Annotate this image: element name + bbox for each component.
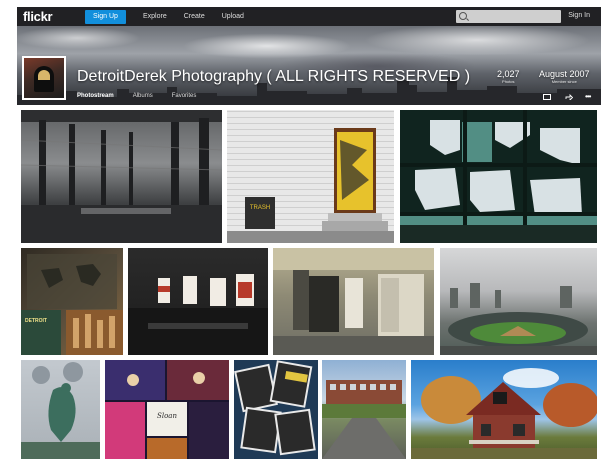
dark-interior-scene (128, 274, 268, 355)
sign-in-link[interactable]: Sign In (568, 12, 590, 19)
photos-count-stat: 2,027 Photos (497, 69, 520, 84)
factory-scene (21, 110, 222, 243)
stadium-scene (440, 283, 597, 355)
nav-upload-link[interactable]: Upload (222, 13, 244, 20)
profile-avatar[interactable] (22, 56, 66, 100)
photo-detroit-map-collage[interactable]: DETROIT (21, 248, 123, 355)
collage-caption: Sloan (157, 412, 177, 420)
photo-road-toward-abandoned-building[interactable] (322, 360, 406, 459)
nav-create-link[interactable]: Create (184, 13, 205, 20)
photo-spirit-of-detroit-statue[interactable] (21, 360, 100, 459)
statue-scene (21, 362, 100, 459)
house-scene (411, 368, 597, 459)
map-collage-scene: DETROIT (21, 254, 123, 355)
profile-name: DetroitDerek Photography ( ALL RIGHTS RE… (77, 68, 471, 85)
tab-favorites[interactable]: Favorites (172, 93, 197, 99)
concert-collage-scene: Sloan (105, 360, 229, 459)
tab-albums[interactable]: Albums (133, 93, 153, 99)
photo-abandoned-house-autumn[interactable] (411, 360, 597, 459)
member-since-stat: August 2007 Member since (539, 69, 590, 84)
photo-stadium-aerial-view[interactable] (440, 248, 597, 355)
photo-abandoned-factory-interior[interactable] (21, 110, 222, 243)
photo-magazine-cover-collage[interactable] (234, 360, 318, 459)
slideshow-icon[interactable] (543, 94, 551, 100)
magazine-collage-scene (234, 360, 316, 456)
window-scene (400, 110, 597, 243)
hallway-scene (273, 248, 434, 355)
photo-decayed-hallway-doors[interactable] (273, 248, 434, 355)
profile-cover-banner: DetroitDerek Photography ( ALL RIGHTS RE… (17, 26, 601, 105)
member-since-label: Member since (551, 79, 577, 84)
sign-up-button[interactable]: Sign Up (85, 9, 126, 24)
photos-count: 2,027 (497, 69, 520, 79)
profile-tabs: Photostream Albums Favorites (77, 93, 215, 99)
tab-photostream[interactable]: Photostream (77, 93, 114, 99)
share-icon[interactable] (565, 94, 573, 100)
photo-broken-window-panes[interactable] (400, 110, 597, 243)
trash-can-label: TRASH (250, 205, 270, 211)
top-navigation-bar: flickr Sign Up Explore Create Upload Sig… (17, 7, 601, 26)
nav-explore-link[interactable]: Explore (143, 13, 167, 20)
photo-dark-interior-with-windows[interactable] (128, 248, 268, 355)
door-scene: TRASH (227, 128, 394, 243)
road-scene (322, 380, 406, 459)
map-caption: DETROIT (25, 318, 47, 324)
photo-painted-door-on-brick-wall[interactable]: TRASH (227, 110, 394, 243)
flickr-logo[interactable]: flickr (23, 9, 71, 24)
photo-concert-collage[interactable]: Sloan (105, 360, 229, 459)
search-input[interactable] (456, 10, 561, 23)
search-icon[interactable] (459, 12, 467, 20)
member-since-date: August 2007 (539, 69, 590, 79)
more-options-icon[interactable]: ••• (585, 93, 595, 101)
photos-count-label: Photos (502, 79, 515, 84)
